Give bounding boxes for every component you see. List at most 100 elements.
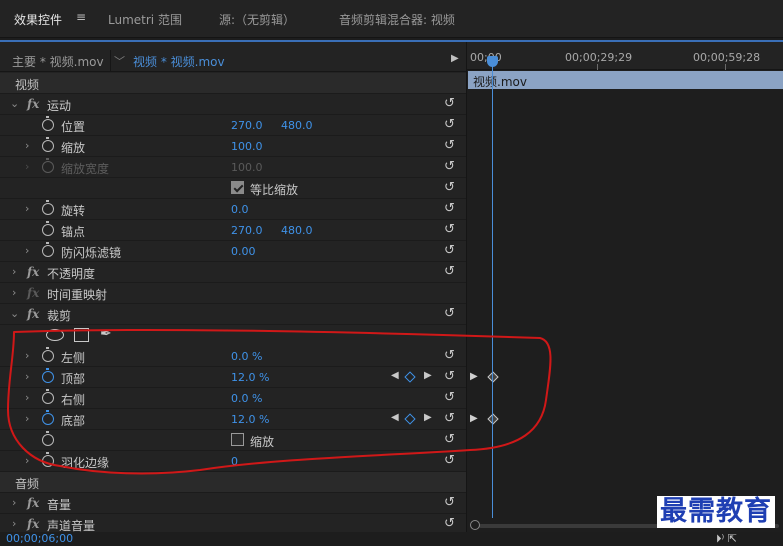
position-x-value[interactable]: 270.0 <box>231 119 263 132</box>
stopwatch-icon[interactable] <box>42 137 54 152</box>
effect-opacity[interactable]: › fx 不透明度 ↺ <box>0 262 466 283</box>
effect-volume[interactable]: › fx 音量 ↺ <box>0 493 466 514</box>
add-keyframe-icon[interactable] <box>404 413 416 425</box>
keyframe-icon[interactable] <box>487 371 499 383</box>
reset-icon[interactable]: ↺ <box>444 222 455 237</box>
reset-icon[interactable]: ↺ <box>444 159 455 174</box>
twirl-closed-icon[interactable]: › <box>25 202 29 215</box>
reset-icon[interactable]: ↺ <box>444 369 455 384</box>
play-icon[interactable]: ▶ <box>470 413 478 424</box>
reset-icon[interactable]: ↺ <box>444 243 455 258</box>
time-ruler[interactable]: 00;00 00;00;29;29 00;00;59;28 <box>467 42 783 70</box>
timeline-clip[interactable]: 视频.mov <box>468 71 783 89</box>
next-keyframe-icon[interactable]: ▶ <box>424 412 432 423</box>
twirl-closed-icon[interactable]: › <box>25 412 29 425</box>
stopwatch-active-icon[interactable] <box>42 368 54 383</box>
next-keyframe-icon[interactable]: ▶ <box>424 370 432 381</box>
reset-icon[interactable]: ↺ <box>444 180 455 195</box>
reset-icon[interactable]: ↺ <box>444 348 455 363</box>
crop-top-value[interactable]: 12.0 % <box>231 371 269 384</box>
reset-icon[interactable]: ↺ <box>444 306 455 321</box>
twirl-open-icon[interactable]: ⌄ <box>10 307 19 320</box>
sequence-clip-label[interactable]: 视频 * 视频.mov <box>133 53 225 70</box>
anchor-y-value[interactable]: 480.0 <box>281 224 313 237</box>
play-icon[interactable]: ▶ <box>470 371 478 382</box>
twirl-closed-icon[interactable]: › <box>25 370 29 383</box>
reset-icon[interactable]: ↺ <box>444 432 455 447</box>
effect-motion[interactable]: ⌄ fx 运动 ↺ <box>0 94 466 115</box>
tab-effect-controls[interactable]: 效果控件 <box>14 11 62 28</box>
reset-icon[interactable]: ↺ <box>444 264 455 279</box>
scrollbar-handle[interactable] <box>470 520 480 530</box>
twirl-closed-icon[interactable]: › <box>12 517 16 530</box>
reset-icon[interactable]: ↺ <box>444 453 455 468</box>
chevron-down-icon[interactable]: ﹀ <box>114 53 125 69</box>
tab-source[interactable]: 源:（无剪辑） <box>219 11 295 28</box>
reset-icon[interactable]: ↺ <box>444 411 455 426</box>
reset-icon[interactable]: ↺ <box>444 390 455 405</box>
effect-properties-list: 主要 * 视频.mov ﹀ 视频 * 视频.mov ▶ 视频 ⌄ fx 运动 ↺… <box>0 42 466 535</box>
rectangle-mask-icon[interactable] <box>74 328 89 342</box>
prev-keyframe-icon[interactable]: ◀ <box>391 412 399 423</box>
scale-value[interactable]: 100.0 <box>231 140 263 153</box>
tab-audio-clip-mixer[interactable]: 音频剪辑混合器: 视频 <box>339 11 455 28</box>
effect-timeline[interactable]: 00;00 00;00;29;29 00;00;59;28 视频.mov ▶ ▶ <box>466 42 783 534</box>
stopwatch-icon[interactable] <box>42 221 54 236</box>
antiflicker-value[interactable]: 0.00 <box>231 245 256 258</box>
master-clip-label[interactable]: 主要 * 视频.mov <box>12 53 104 70</box>
ellipse-mask-icon[interactable] <box>46 329 64 341</box>
property-label: 底部 <box>61 414 86 428</box>
reset-icon[interactable]: ↺ <box>444 516 455 531</box>
play-icon[interactable]: ▶ <box>451 53 459 64</box>
stopwatch-icon[interactable] <box>42 116 54 131</box>
stopwatch-icon[interactable] <box>42 431 54 446</box>
anchor-x-value[interactable]: 270.0 <box>231 224 263 237</box>
reset-icon[interactable]: ↺ <box>444 138 455 153</box>
crop-right-value[interactable]: 0.0 % <box>231 392 262 405</box>
crop-left-value[interactable]: 0.0 % <box>231 350 262 363</box>
crop-bottom-value[interactable]: 12.0 % <box>231 413 269 426</box>
stopwatch-icon[interactable] <box>42 389 54 404</box>
stopwatch-icon[interactable] <box>42 242 54 257</box>
twirl-closed-icon[interactable]: › <box>12 286 16 299</box>
add-keyframe-icon[interactable] <box>404 371 416 383</box>
crop-zoom-checkbox[interactable] <box>231 433 244 446</box>
fx-icon[interactable]: fx <box>27 307 39 321</box>
twirl-closed-icon[interactable]: › <box>25 391 29 404</box>
prev-keyframe-icon[interactable]: ◀ <box>391 370 399 381</box>
twirl-closed-icon[interactable]: › <box>25 454 29 467</box>
effect-time-remapping[interactable]: › fx 时间重映射 <box>0 283 466 304</box>
panel-menu-icon[interactable]: ≡ <box>76 10 86 24</box>
effect-crop[interactable]: ⌄ fx 裁剪 ↺ <box>0 304 466 325</box>
fx-icon[interactable]: fx <box>27 517 39 531</box>
section-audio-label: 音频 <box>15 477 40 491</box>
twirl-closed-icon[interactable]: › <box>12 496 16 509</box>
position-y-value[interactable]: 480.0 <box>281 119 313 132</box>
fx-icon[interactable]: fx <box>27 97 39 111</box>
twirl-open-icon[interactable]: ⌄ <box>10 97 19 110</box>
pen-mask-icon[interactable]: ✒ <box>100 326 112 342</box>
stopwatch-active-icon[interactable] <box>42 410 54 425</box>
tab-lumetri-scopes[interactable]: Lumetri 范围 <box>108 11 182 28</box>
reset-icon[interactable]: ↺ <box>444 495 455 510</box>
twirl-closed-icon[interactable]: › <box>25 139 29 152</box>
export-icons[interactable]: ⏵⁾ ⇱ <box>716 532 737 546</box>
reset-icon[interactable]: ↺ <box>444 201 455 216</box>
stopwatch-icon[interactable] <box>42 347 54 362</box>
feather-value[interactable]: 0 <box>231 455 238 468</box>
stopwatch-icon[interactable] <box>42 452 54 467</box>
twirl-closed-icon[interactable]: › <box>25 349 29 362</box>
uniform-scale-checkbox[interactable] <box>231 181 244 194</box>
reset-icon[interactable]: ↺ <box>444 117 455 132</box>
playhead-line[interactable] <box>492 59 493 519</box>
reset-icon[interactable]: ↺ <box>444 96 455 111</box>
twirl-closed-icon[interactable]: › <box>12 265 16 278</box>
keyframe-icon[interactable] <box>487 413 499 425</box>
rotation-value[interactable]: 0.0 <box>231 203 249 216</box>
fx-icon[interactable]: fx <box>27 265 39 279</box>
twirl-closed-icon[interactable]: › <box>25 244 29 257</box>
fx-icon[interactable]: fx <box>27 496 39 510</box>
playhead-handle[interactable] <box>487 56 498 67</box>
current-timecode[interactable]: 00;00;06;00 <box>6 532 73 545</box>
stopwatch-icon[interactable] <box>42 200 54 215</box>
